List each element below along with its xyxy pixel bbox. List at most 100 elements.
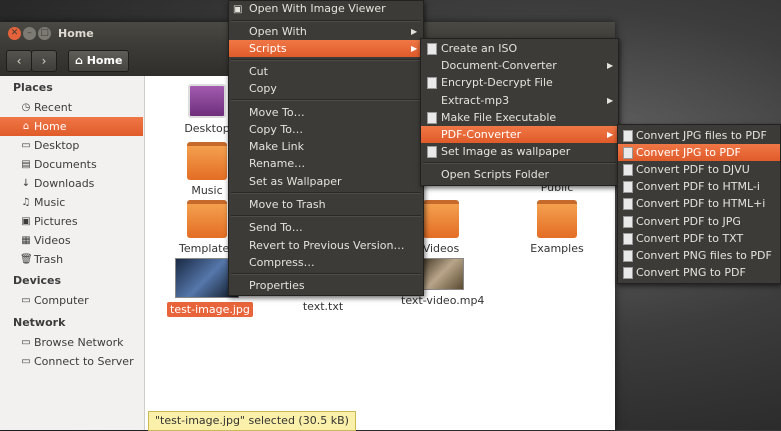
file-item-examples[interactable]: Examples [517, 200, 597, 255]
menu-item-label: Convert PDF to TXT [636, 232, 744, 245]
menu-item-copy-to[interactable]: Copy To… [229, 121, 423, 138]
menu-item-png-to-pdf[interactable]: Convert PNG to PDF [618, 264, 780, 281]
menu-item-label: Set Image as wallpaper [441, 145, 571, 158]
music-folder-icon [187, 142, 227, 180]
templates-folder-icon [187, 200, 227, 238]
sidebar-item-home[interactable]: ⌂ Home [0, 117, 143, 136]
home-icon: ⌂ [22, 121, 30, 132]
window-title: Home [58, 27, 94, 40]
menu-item-scripts[interactable]: Scripts ▶ [229, 40, 423, 57]
sidebar-item-pictures[interactable]: ▣ Pictures [0, 212, 143, 231]
sidebar-item-connect-server[interactable]: ▭ Connect to Server [0, 352, 143, 371]
sidebar-item-trash[interactable]: 🗑 Trash [0, 250, 143, 269]
menu-item-document-converter[interactable]: Document-Converter ▶ [421, 57, 618, 74]
menu-item-label: PDF-Converter [441, 128, 522, 141]
menu-separator [423, 162, 616, 164]
music-icon: ♫ [21, 197, 31, 208]
image-viewer-icon: ▣ [233, 4, 243, 15]
menu-item-open-scripts-folder[interactable]: Open Scripts Folder [421, 166, 618, 183]
sidebar-item-label: Documents [34, 158, 97, 171]
scripts-submenu: Create an ISO Document-Converter ▶ Encryp… [420, 38, 619, 186]
menu-item-move-to-trash[interactable]: Move to Trash [229, 196, 423, 213]
menu-item-label: Properties [249, 279, 305, 292]
back-button[interactable]: ‹ [6, 50, 32, 72]
submenu-arrow-icon: ▶ [607, 61, 614, 70]
context-menu: ▣ Open With Image Viewer Open With ▶ Scrip… [228, 0, 424, 296]
sidebar-item-label: Computer [34, 294, 89, 307]
menu-item-label: Rename… [249, 157, 306, 170]
sidebar-item-label: Trash [34, 253, 64, 266]
menu-item-set-as-wallpaper[interactable]: Set as Wallpaper [229, 173, 423, 190]
sidebar-item-documents[interactable]: ▤ Documents [0, 155, 143, 174]
menu-item-pdf-to-jpg[interactable]: Convert PDF to JPG [618, 213, 780, 230]
minimize-icon[interactable]: – [23, 27, 36, 40]
sidebar-item-label: Connect to Server [34, 355, 134, 368]
menu-item-create-iso[interactable]: Create an ISO [421, 40, 618, 57]
forward-button[interactable]: › [31, 50, 57, 72]
examples-folder-icon [537, 200, 577, 238]
sidebar-item-desktop[interactable]: ▭ Desktop [0, 136, 143, 155]
menu-item-label: Scripts [249, 42, 287, 55]
menu-item-label: Convert PDF to HTML+i [636, 197, 766, 210]
home-icon: ⌂ [75, 54, 83, 67]
menu-item-send-to[interactable]: Send To… [229, 219, 423, 236]
menu-item-jpg-to-pdf[interactable]: Convert JPG to PDF [618, 144, 780, 161]
menu-item-png-files-to-pdf[interactable]: Convert PNG files to PDF [618, 247, 780, 264]
menu-item-pdf-converter[interactable]: PDF-Converter ▶ [421, 126, 618, 143]
menu-item-rename[interactable]: Rename… [229, 155, 423, 172]
menu-item-label: Revert to Previous Version… [249, 239, 405, 252]
menu-item-label: Extract-mp3 [441, 94, 510, 107]
pictures-icon: ▣ [21, 216, 31, 227]
sidebar-item-downloads[interactable]: ↓ Downloads [0, 174, 143, 193]
menu-item-cut[interactable]: Cut [229, 63, 423, 80]
menu-item-encrypt-decrypt[interactable]: Encrypt-Decrypt File [421, 74, 618, 91]
sidebar-item-music[interactable]: ♫ Music [0, 193, 143, 212]
pdf-converter-submenu: Convert JPG files to PDF Convert JPG to … [617, 124, 781, 284]
menu-item-pdf-to-txt[interactable]: Convert PDF to TXT [618, 230, 780, 247]
menu-item-make-link[interactable]: Make Link [229, 138, 423, 155]
menu-item-pdf-to-html-plus[interactable]: Convert PDF to HTML+i [618, 195, 780, 212]
menu-item-pdf-to-html-minus[interactable]: Convert PDF to HTML-i [618, 178, 780, 195]
menu-item-label: Copy [249, 82, 277, 95]
menu-item-copy[interactable]: Copy [229, 80, 423, 97]
path-button-home[interactable]: ⌂ Home [68, 50, 130, 72]
menu-item-move-to[interactable]: Move To… [229, 104, 423, 121]
menu-item-jpg-files-to-pdf[interactable]: Convert JPG files to PDF [618, 127, 780, 144]
file-label: Public [540, 186, 574, 194]
menu-item-open-with[interactable]: Open With ▶ [229, 23, 423, 40]
sidebar-item-label: Videos [34, 234, 71, 247]
chevron-right-icon: › [41, 54, 47, 68]
script-file-icon [427, 77, 437, 89]
chevron-left-icon: ‹ [16, 54, 22, 68]
sidebar-item-browse-network[interactable]: ▭ Browse Network [0, 333, 143, 352]
maximize-icon[interactable]: □ [38, 27, 51, 40]
menu-item-label: Encrypt-Decrypt File [441, 76, 553, 89]
sidebar-item-recent[interactable]: ◷ Recent [0, 98, 143, 117]
menu-item-label: Compress… [249, 256, 315, 269]
sidebar-item-videos[interactable]: ▦ Videos [0, 231, 143, 250]
sidebar-item-label: Browse Network [34, 336, 124, 349]
menu-item-pdf-to-djvu[interactable]: Convert PDF to DJVU [618, 161, 780, 178]
documents-icon: ▤ [21, 159, 31, 170]
status-bar: "test-image.jpg" selected (30.5 kB) [148, 411, 356, 431]
sidebar-section-devices: Devices [13, 274, 62, 287]
menu-separator [231, 192, 421, 194]
menu-item-properties[interactable]: Properties [229, 277, 423, 294]
script-file-icon [623, 267, 633, 279]
menu-item-extract-mp3[interactable]: Extract-mp3 ▶ [421, 92, 618, 109]
menu-item-revert[interactable]: Revert to Previous Version… [229, 237, 423, 254]
script-file-icon [623, 164, 633, 176]
menu-item-open-with-image-viewer[interactable]: ▣ Open With Image Viewer [229, 0, 423, 17]
server-icon: ▭ [21, 356, 31, 367]
sidebar-section-places: Places [13, 81, 53, 94]
sidebar-item-computer[interactable]: ▭ Computer [0, 291, 143, 310]
menu-item-make-executable[interactable]: Make File Executable [421, 109, 618, 126]
menu-item-set-image-wallpaper[interactable]: Set Image as wallpaper [421, 143, 618, 160]
menu-item-compress[interactable]: Compress… [229, 254, 423, 271]
script-file-icon [623, 130, 633, 142]
desktop-folder-icon [188, 84, 226, 118]
sidebar-item-label: Recent [34, 101, 73, 114]
menu-item-label: Convert PNG to PDF [636, 266, 746, 279]
close-icon[interactable]: ✕ [8, 27, 21, 40]
menu-item-label: Convert PDF to DJVU [636, 163, 750, 176]
